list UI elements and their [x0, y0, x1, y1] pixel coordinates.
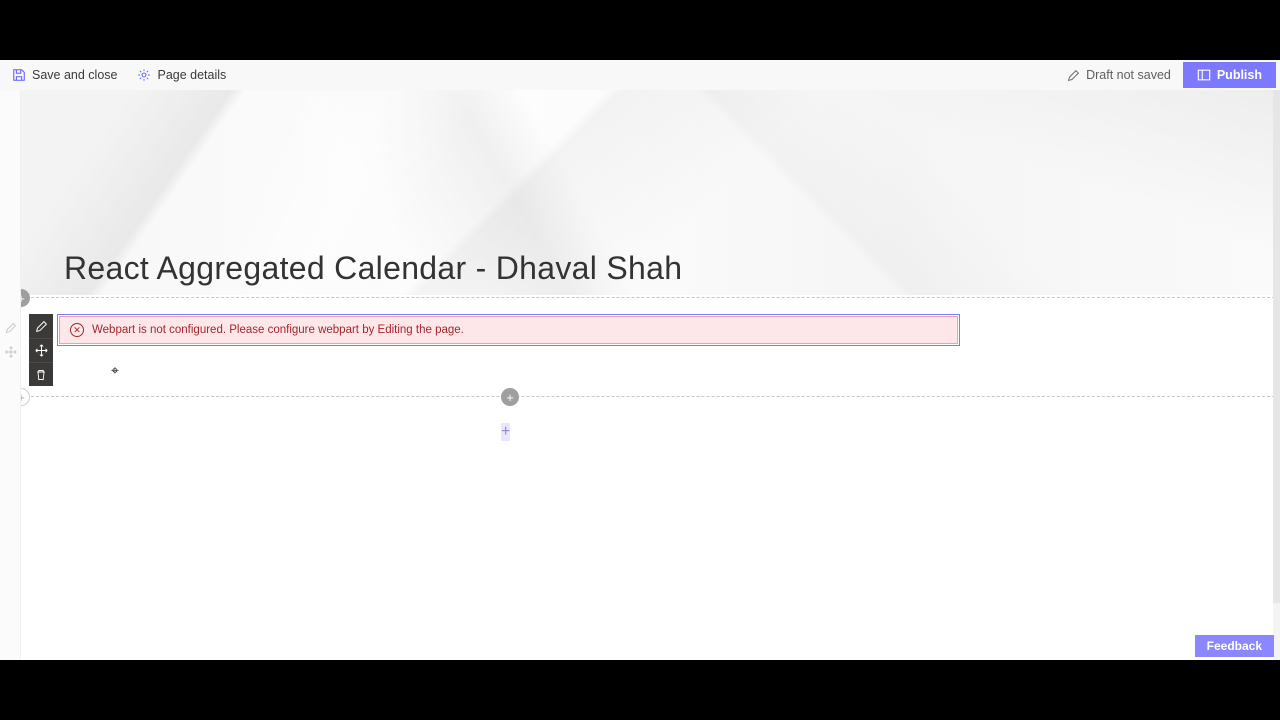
webpart-toolbar [29, 314, 53, 386]
plus-icon: + [21, 291, 25, 306]
section-edit-mini-icon[interactable] [3, 320, 18, 335]
publish-button[interactable]: Publish [1183, 62, 1276, 88]
webpart-selection[interactable]: ✕ Webpart is not configured. Please conf… [57, 314, 960, 346]
page-hero[interactable]: React Aggregated Calendar - Dhaval Shah [21, 90, 1280, 295]
add-section-below-button[interactable]: + [21, 388, 30, 406]
section-divider-top: + [21, 297, 1280, 298]
webpart-move-button[interactable] [29, 338, 53, 362]
add-webpart-button[interactable]: + [501, 388, 519, 406]
panel-icon [1197, 68, 1211, 82]
command-bar-right: Draft not saved Publish [1059, 62, 1276, 88]
webpart-error-text: Webpart is not configured. Please config… [92, 324, 464, 336]
plus-icon: + [506, 390, 514, 405]
page-details-button[interactable]: Page details [129, 64, 234, 86]
section-move-mini-icon[interactable] [3, 344, 18, 359]
app-viewport: Save and close Page details Draft not sa… [0, 60, 1280, 660]
section-rail [0, 90, 21, 660]
command-bar-left: Save and close Page details [4, 64, 234, 86]
command-bar: Save and close Page details Draft not sa… [0, 60, 1280, 90]
error-icon: ✕ [70, 323, 84, 337]
add-webpart-soft-button[interactable]: + [501, 423, 510, 441]
webpart-error-bar: ✕ Webpart is not configured. Please conf… [59, 316, 958, 344]
page-details-label: Page details [157, 68, 226, 82]
gear-icon [137, 68, 151, 82]
draft-status: Draft not saved [1059, 68, 1179, 82]
page-canvas: React Aggregated Calendar - Dhaval Shah … [21, 90, 1280, 660]
save-label: Save and close [32, 68, 117, 82]
webpart-delete-button[interactable] [29, 362, 53, 386]
save-and-close-button[interactable]: Save and close [4, 64, 125, 86]
page-title[interactable]: React Aggregated Calendar - Dhaval Shah [64, 250, 682, 287]
webpart-edit-button[interactable] [29, 314, 53, 338]
plus-icon: + [21, 390, 25, 405]
webpart-row: ✕ Webpart is not configured. Please conf… [21, 314, 1280, 386]
vertical-scrollbar[interactable] [1273, 90, 1280, 660]
draft-status-text: Draft not saved [1086, 68, 1171, 82]
save-icon [12, 68, 26, 82]
publish-label: Publish [1217, 68, 1262, 82]
scrollbar-thumb[interactable] [1273, 90, 1280, 603]
feedback-button[interactable]: Feedback [1195, 635, 1274, 657]
plus-icon: + [501, 423, 510, 440]
pencil-icon [1067, 69, 1080, 82]
section-divider-mid: + + [21, 396, 1280, 397]
feedback-label: Feedback [1207, 639, 1262, 653]
